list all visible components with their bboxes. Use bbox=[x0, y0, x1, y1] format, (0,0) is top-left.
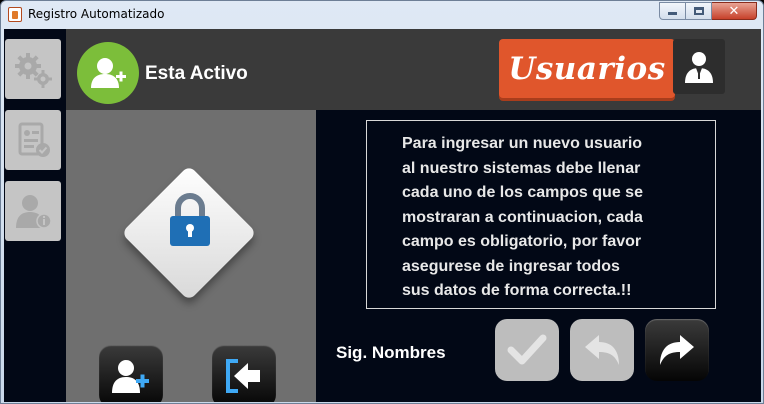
forward-button[interactable] bbox=[645, 319, 709, 381]
check-icon bbox=[507, 334, 547, 365]
usuarios-button[interactable]: Usuarios bbox=[499, 39, 675, 98]
instructions-text: Para ingresar un nuevo usuario al nuestr… bbox=[402, 132, 702, 304]
title-bar[interactable]: Registro Automatizado ✕ bbox=[1, 1, 763, 29]
close-button[interactable]: ✕ bbox=[712, 2, 757, 20]
sidebar-item-reports[interactable] bbox=[5, 110, 61, 170]
left-panel bbox=[66, 110, 316, 402]
exit-button[interactable] bbox=[212, 345, 276, 402]
gears-icon bbox=[15, 53, 52, 88]
next-field-label: Sig. Nombres bbox=[336, 343, 446, 362]
sidebar-item-settings[interactable] bbox=[5, 39, 61, 99]
app-window: Registro Automatizado ✕ Esta Activo Usua… bbox=[0, 0, 764, 404]
header: Esta Activo Usuarios bbox=[66, 29, 761, 110]
instructions-line: mostraran a continuacion, cada bbox=[402, 208, 643, 226]
confirm-button[interactable] bbox=[495, 319, 559, 381]
instructions-box: Para ingresar un nuevo usuario al nuestr… bbox=[366, 120, 716, 309]
maximize-button[interactable] bbox=[686, 2, 712, 20]
window-controls: ✕ bbox=[659, 2, 757, 20]
user-info-icon bbox=[16, 195, 52, 229]
lock-icon bbox=[170, 193, 210, 246]
sidebar-item-user-info[interactable] bbox=[5, 181, 61, 241]
navigation-bar: Sig. Nombres bbox=[316, 309, 761, 402]
minimize-button[interactable] bbox=[659, 2, 686, 20]
businessman-icon bbox=[685, 51, 713, 83]
instructions-line: cada uno de los campos que se bbox=[402, 184, 643, 201]
report-check-icon bbox=[18, 122, 50, 157]
java-app-icon bbox=[8, 7, 22, 22]
back-arrow-icon bbox=[585, 335, 619, 365]
main-content: Esta Activo Usuarios Para ingresar un nu… bbox=[4, 29, 761, 402]
user-add-icon bbox=[112, 360, 149, 393]
instructions-line: asegurese de ingresar todos bbox=[402, 257, 620, 275]
user-profile-button[interactable] bbox=[673, 39, 725, 94]
forward-arrow-icon bbox=[660, 335, 694, 365]
instructions-line: campo es obligatorio, por favor bbox=[402, 233, 642, 250]
status-avatar bbox=[77, 42, 139, 104]
add-user-button[interactable] bbox=[99, 345, 163, 402]
instructions-line: al nuestro sistemas debe llenar bbox=[402, 159, 641, 177]
close-icon: ✕ bbox=[728, 3, 740, 19]
exit-icon bbox=[226, 359, 260, 393]
usuarios-label: Usuarios bbox=[508, 50, 666, 87]
minimize-icon bbox=[668, 12, 677, 15]
instructions-line: sus datos de forma correcta.!! bbox=[402, 282, 632, 299]
maximize-icon bbox=[693, 7, 704, 15]
back-button[interactable] bbox=[570, 319, 634, 381]
sidebar bbox=[4, 29, 62, 402]
instructions-line: Para ingresar un nuevo usuario bbox=[402, 135, 643, 152]
user-add-icon bbox=[91, 58, 126, 88]
status-text: Esta Activo bbox=[145, 63, 248, 84]
window-title: Registro Automatizado bbox=[28, 7, 165, 21]
